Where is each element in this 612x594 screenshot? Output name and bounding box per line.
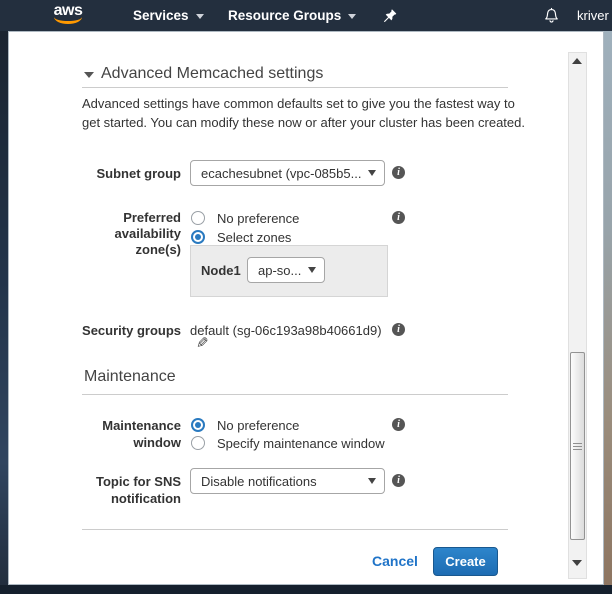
node1-az-value: ap-so... <box>258 263 301 278</box>
nav-username: kriver <box>577 8 609 23</box>
radio-az-select-zones[interactable] <box>191 230 205 244</box>
chevron-down-icon <box>196 14 204 19</box>
maintenance-window-label: Maintenance window <box>21 417 181 451</box>
divider <box>82 394 508 395</box>
background-edge-bottom <box>0 585 612 594</box>
create-button[interactable]: Create <box>433 547 498 576</box>
subnet-group-select[interactable]: ecachesubnet (vpc-085b5... <box>190 160 385 186</box>
scrollbar-down-button[interactable] <box>572 560 582 566</box>
info-icon[interactable]: i <box>392 211 405 224</box>
elasticache-create-page: aws Services Resource Groups kriver <box>0 0 612 594</box>
divider <box>82 529 508 530</box>
dropdown-caret-icon <box>368 170 376 176</box>
cancel-button[interactable]: Cancel <box>372 553 418 569</box>
info-icon[interactable]: i <box>392 474 405 487</box>
chevron-down-icon <box>348 14 356 19</box>
dropdown-caret-icon <box>308 267 316 273</box>
section-description-line1: Advanced settings have common defaults s… <box>82 96 515 111</box>
radio-az-no-preference-label: No preference <box>217 211 299 226</box>
info-icon[interactable]: i <box>392 418 405 431</box>
sns-topic-select[interactable]: Disable notifications <box>190 468 385 494</box>
background-edge-right <box>604 31 612 585</box>
radio-az-select-zones-label: Select zones <box>217 230 291 245</box>
security-groups-value: default (sg-06c193a98b40661d9) <box>190 323 382 338</box>
nav-resource-groups-label: Resource Groups <box>228 8 341 23</box>
node1-label: Node1 <box>201 263 241 278</box>
dropdown-caret-icon <box>368 478 376 484</box>
radio-az-no-preference[interactable] <box>191 211 205 225</box>
background-edge-left <box>0 31 8 585</box>
radio-maintenance-no-preference-label: No preference <box>217 418 299 433</box>
nav-services-label: Services <box>133 8 189 23</box>
security-groups-label: Security groups <box>21 323 181 338</box>
nav-services-menu[interactable]: Services <box>133 0 204 31</box>
radio-maintenance-specify[interactable] <box>191 436 205 450</box>
scrollbar-up-button[interactable] <box>572 58 582 64</box>
radio-maintenance-no-preference[interactable] <box>191 418 205 432</box>
sns-topic-value: Disable notifications <box>201 474 317 489</box>
node1-az-select[interactable]: ap-so... <box>247 257 325 283</box>
aws-logo-text: aws <box>52 3 84 19</box>
nav-user-menu[interactable]: kriver <box>577 0 609 31</box>
divider <box>82 87 508 88</box>
section-title-advanced[interactable]: Advanced Memcached settings <box>101 65 323 83</box>
nav-resource-groups-menu[interactable]: Resource Groups <box>228 0 356 31</box>
scrollbar-thumb[interactable] <box>570 352 585 540</box>
preferred-az-label: Preferred availability zone(s) <box>21 210 181 258</box>
edit-pencil-icon[interactable]: ✎ <box>196 334 209 352</box>
section-title-maintenance: Maintenance <box>84 368 176 386</box>
sns-topic-label: Topic for SNS notification <box>21 473 181 507</box>
collapse-arrow-icon[interactable] <box>84 72 94 78</box>
section-description-line2: get started. You can modify these now or… <box>82 115 525 130</box>
subnet-group-label: Subnet group <box>21 166 181 181</box>
aws-top-nav: aws Services Resource Groups kriver <box>0 0 612 31</box>
aws-logo[interactable]: aws <box>52 3 84 24</box>
info-icon[interactable]: i <box>392 166 405 179</box>
radio-maintenance-specify-label: Specify maintenance window <box>217 436 385 451</box>
bell-icon[interactable] <box>543 0 560 31</box>
pushpin-icon[interactable] <box>383 0 397 31</box>
info-icon[interactable]: i <box>392 323 405 336</box>
subnet-group-value: ecachesubnet (vpc-085b5... <box>201 166 361 181</box>
